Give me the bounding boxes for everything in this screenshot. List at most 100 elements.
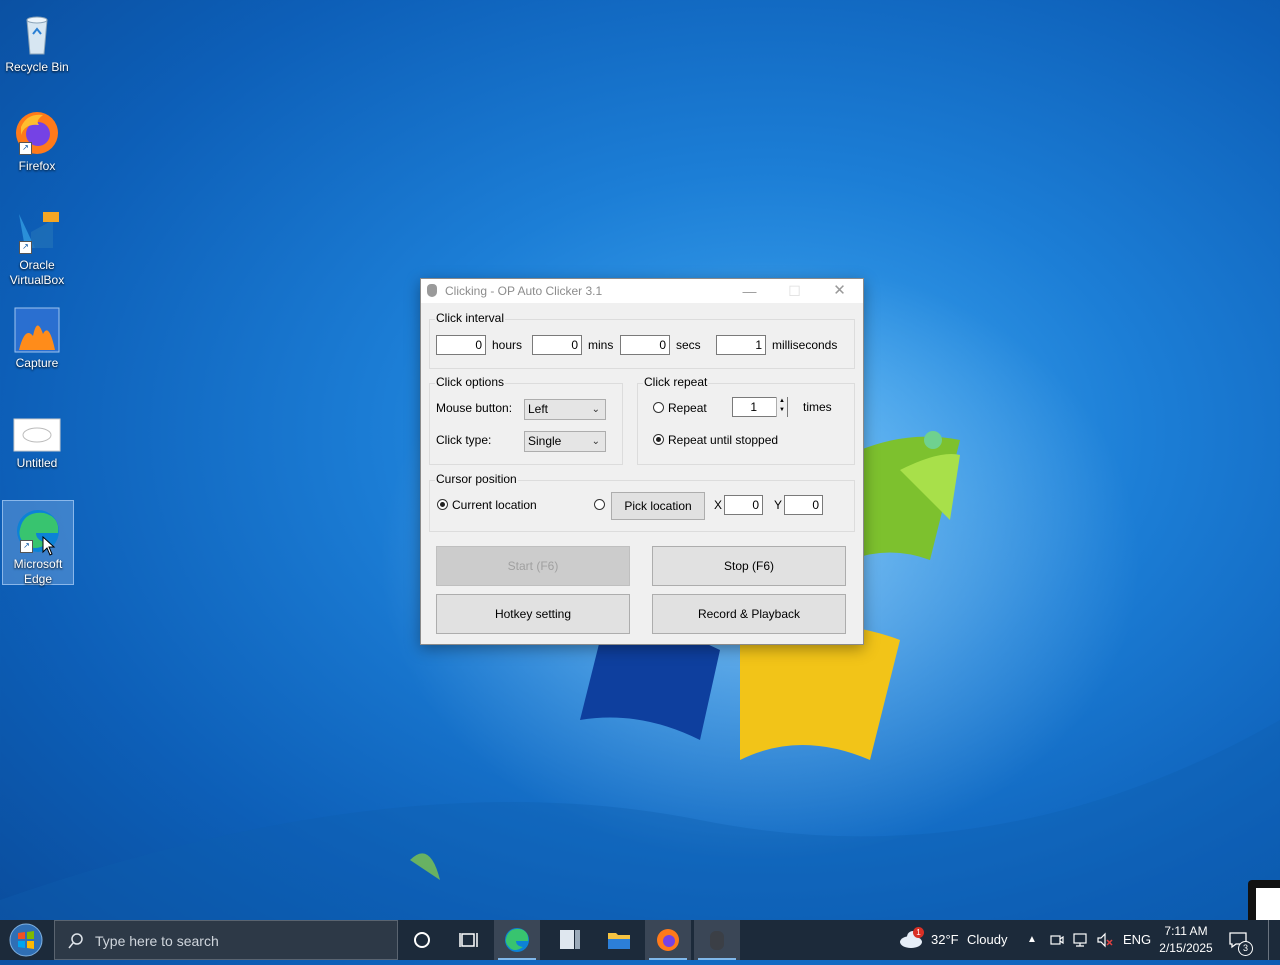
language-indicator[interactable]: ENG bbox=[1123, 920, 1151, 960]
start-button[interactable] bbox=[4, 922, 48, 958]
window-title: Clicking - OP Auto Clicker 3.1 bbox=[445, 284, 603, 298]
repeat-until-stopped-radio[interactable] bbox=[653, 434, 664, 445]
repeat-radio[interactable] bbox=[653, 402, 664, 413]
repeat-until-stopped-label: Repeat until stopped bbox=[668, 433, 779, 447]
cursor-position-label: Cursor position bbox=[435, 472, 518, 486]
desktop-icon-label: Untitled bbox=[16, 456, 58, 470]
click-repeat-label: Click repeat bbox=[643, 375, 709, 389]
virtualbox-icon: ↗ bbox=[13, 208, 61, 256]
capture-icon bbox=[13, 306, 61, 354]
pick-location-button[interactable]: Pick location bbox=[611, 492, 705, 520]
hotkey-setting-button[interactable]: Hotkey setting bbox=[436, 594, 630, 634]
mouse-cursor-icon bbox=[42, 536, 56, 556]
offscreen-window-edge bbox=[1248, 880, 1280, 920]
shortcut-arrow-icon: ↗ bbox=[19, 142, 32, 155]
mins-input[interactable]: 0 bbox=[532, 335, 582, 355]
chevron-down-icon: ⌄ bbox=[591, 404, 600, 415]
clock[interactable]: 7:11 AM 2/15/2025 bbox=[1156, 923, 1216, 957]
hours-input[interactable]: 0 bbox=[436, 335, 486, 355]
shortcut-arrow-icon: ↗ bbox=[20, 540, 33, 553]
windows-logo-icon bbox=[9, 923, 43, 957]
desktop-icon-label: Firefox bbox=[18, 159, 56, 173]
volume-muted-icon[interactable] bbox=[1096, 932, 1114, 948]
click-type-select[interactable]: Single ⌄ bbox=[524, 431, 606, 452]
taskbar-firefox[interactable] bbox=[645, 920, 691, 960]
task-view-button[interactable] bbox=[446, 920, 492, 960]
click-interval-label: Click interval bbox=[435, 311, 506, 325]
times-label: times bbox=[803, 400, 832, 414]
x-label: X bbox=[714, 498, 723, 512]
clock-time: 7:11 AM bbox=[1164, 924, 1208, 938]
milliseconds-label: milliseconds bbox=[772, 338, 838, 352]
current-location-radio[interactable] bbox=[437, 499, 448, 510]
mins-label: mins bbox=[588, 338, 614, 352]
click-type-label: Click type: bbox=[436, 433, 492, 447]
click-options-label: Click options bbox=[435, 375, 506, 389]
cortana-button[interactable] bbox=[399, 920, 445, 960]
auto-clicker-window[interactable]: Clicking - OP Auto Clicker 3.1 — ☐ ✕ Cli… bbox=[420, 278, 864, 645]
firefox-icon: ↗ bbox=[13, 109, 61, 157]
recycle-bin-icon bbox=[13, 10, 61, 58]
minimize-button[interactable]: — bbox=[727, 279, 772, 303]
edge-icon bbox=[505, 928, 529, 952]
cortana-circle-icon bbox=[414, 932, 430, 948]
stop-button[interactable]: Stop (F6) bbox=[652, 546, 846, 586]
y-input[interactable]: 0 bbox=[784, 495, 823, 515]
shortcut-arrow-icon: ↗ bbox=[19, 241, 32, 254]
taskbar-file-explorer[interactable] bbox=[596, 920, 642, 960]
desktop-icon-firefox[interactable]: ↗ Firefox bbox=[2, 103, 72, 174]
close-button[interactable]: ✕ bbox=[817, 279, 862, 303]
repeat-label: Repeat bbox=[668, 401, 707, 415]
show-desktop-button[interactable] bbox=[1268, 920, 1269, 960]
maximize-button: ☐ bbox=[788, 283, 801, 299]
clock-date: 2/15/2025 bbox=[1159, 941, 1213, 955]
notification-count: 3 bbox=[1238, 941, 1253, 956]
title-bar[interactable]: Clicking - OP Auto Clicker 3.1 — ☐ ✕ bbox=[421, 279, 863, 303]
taskbar-auto-clicker[interactable] bbox=[694, 920, 740, 960]
milliseconds-input[interactable]: 1 bbox=[716, 335, 766, 355]
pick-location-radio[interactable] bbox=[594, 499, 605, 510]
current-location-label: Current location bbox=[452, 498, 537, 512]
secs-label: secs bbox=[676, 338, 701, 352]
repeat-count-stepper[interactable]: 1 ▲ ▼ bbox=[732, 397, 788, 417]
network-icon[interactable] bbox=[1072, 932, 1090, 948]
taskbar: Type here to search 1 32°F Cloudy ▲ ENG … bbox=[0, 920, 1280, 960]
chevron-down-icon: ⌄ bbox=[591, 436, 600, 447]
taskbar-edge[interactable] bbox=[494, 920, 540, 960]
chevron-up-icon[interactable]: ▲ bbox=[1027, 920, 1037, 960]
mouse-button-value: Left bbox=[528, 402, 549, 416]
desktop-icon-label: Recycle Bin bbox=[5, 60, 69, 74]
mouse-app-icon bbox=[710, 931, 724, 950]
desktop-icon-edge[interactable]: ↗ Microsoft Edge bbox=[2, 500, 74, 586]
weather-condition[interactable]: Cloudy bbox=[967, 920, 1007, 960]
secs-input[interactable]: 0 bbox=[620, 335, 670, 355]
desktop-icon-label: Capture bbox=[15, 356, 59, 370]
folder-icon bbox=[608, 933, 630, 949]
weather-temperature[interactable]: 32°F bbox=[931, 920, 959, 960]
x-input[interactable]: 0 bbox=[724, 495, 763, 515]
mouse-button-select[interactable]: Left ⌄ bbox=[524, 399, 606, 420]
desktop-icon-untitled[interactable]: Untitled bbox=[2, 412, 72, 471]
desktop-icon-label: Microsoft Edge bbox=[13, 557, 63, 586]
image-file-icon bbox=[13, 418, 61, 454]
document-icon bbox=[560, 930, 580, 949]
mouse-app-icon bbox=[427, 284, 437, 297]
desktop-icon-label: Oracle VirtualBox bbox=[9, 258, 65, 287]
click-type-value: Single bbox=[528, 434, 562, 448]
start-button: Start (F6) bbox=[436, 546, 630, 586]
weather-badge: 1 bbox=[913, 927, 924, 938]
click-repeat-group bbox=[637, 383, 855, 465]
search-placeholder: Type here to search bbox=[95, 933, 219, 949]
taskbar-notepad[interactable] bbox=[546, 920, 592, 960]
desktop-icon-capture[interactable]: Capture bbox=[2, 300, 72, 371]
desktop-icon-recycle-bin[interactable]: Recycle Bin bbox=[2, 4, 72, 75]
desktop-icon-virtualbox[interactable]: ↗ Oracle VirtualBox bbox=[2, 202, 72, 288]
meet-now-icon[interactable] bbox=[1049, 932, 1065, 948]
record-playback-button[interactable]: Record & Playback bbox=[652, 594, 846, 634]
spin-arrows-icon[interactable]: ▲ ▼ bbox=[776, 397, 787, 417]
search-icon bbox=[68, 933, 83, 949]
hours-label: hours bbox=[492, 338, 523, 352]
search-box[interactable]: Type here to search bbox=[54, 920, 398, 960]
task-view-icon bbox=[459, 933, 478, 947]
firefox-icon bbox=[657, 929, 679, 951]
